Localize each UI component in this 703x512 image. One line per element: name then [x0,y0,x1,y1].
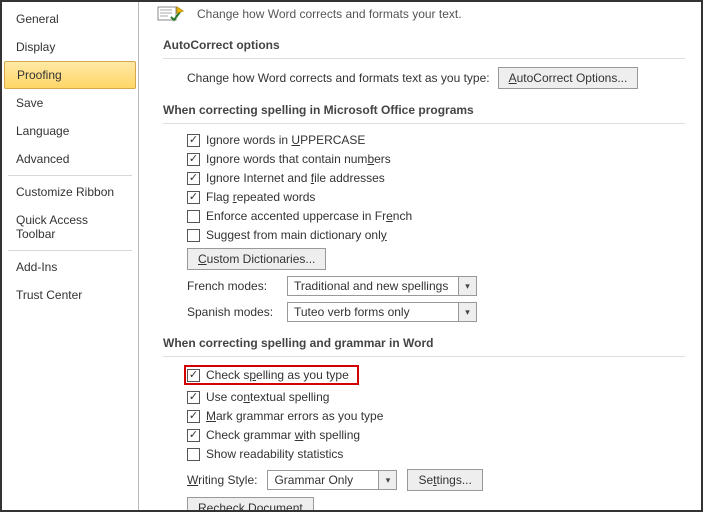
office-check-4: Enforce accented uppercase in French [187,208,685,225]
office-check-2: ✓ Ignore Internet and file addresses [187,170,685,187]
office-check-0-label: Ignore words in UPPERCASE [206,132,365,149]
word-check-3: ✓ Check grammar with spelling [187,427,685,444]
autocorrect-desc: Change how Word corrects and formats tex… [187,71,490,85]
chevron-down-icon: ▾ [458,277,476,295]
office-check-1-checkbox[interactable]: ✓ [187,153,200,166]
sidebar-separator [8,175,132,176]
word-check-2: ✓ Mark grammar errors as you type [187,408,685,425]
word-check-2-label: Mark grammar errors as you type [206,408,383,425]
word-check-4-checkbox[interactable] [187,448,200,461]
writing-style-label: Writing Style: [187,473,257,487]
main-panel: Change how Word corrects and formats you… [139,2,701,510]
word-check-3-label: Check grammar with spelling [206,427,360,444]
word-check-1-label: Use contextual spelling [206,389,329,406]
options-dialog: GeneralDisplayProofingSaveLanguageAdvanc… [2,2,701,510]
french-modes-select[interactable]: Traditional and new spellings ▾ [287,276,477,296]
office-check-1-label: Ignore words that contain numbers [206,151,391,168]
word-check-1-checkbox[interactable]: ✓ [187,391,200,404]
custom-dictionaries-button[interactable]: Custom Dictionaries... [187,248,326,270]
sidebar-item-quick-access-toolbar[interactable]: Quick Access Toolbar [2,206,138,248]
office-check-3-label: Flag repeated words [206,189,315,206]
word-check-0-label: Check spelling as you type [206,368,349,382]
word-check-0: ✓ Check spelling as you type [184,365,359,385]
office-check-2-checkbox[interactable]: ✓ [187,172,200,185]
category-sidebar: GeneralDisplayProofingSaveLanguageAdvanc… [2,2,139,510]
office-check-2-label: Ignore Internet and file addresses [206,170,385,187]
sidebar-item-advanced[interactable]: Advanced [2,145,138,173]
section-word: When correcting spelling and grammar in … [163,332,685,510]
sidebar-item-general[interactable]: General [2,5,138,33]
office-check-3-checkbox[interactable]: ✓ [187,191,200,204]
office-check-4-label: Enforce accented uppercase in French [206,208,412,225]
office-check-5: Suggest from main dictionary only [187,227,685,244]
header-text: Change how Word corrects and formats you… [197,7,462,21]
sidebar-item-save[interactable]: Save [2,89,138,117]
office-check-1: ✓ Ignore words that contain numbers [187,151,685,168]
word-check-0-checkbox[interactable]: ✓ [187,369,200,382]
chevron-down-icon: ▾ [378,471,396,489]
office-check-3: ✓ Flag repeated words [187,189,685,206]
sidebar-item-proofing[interactable]: Proofing [4,61,136,89]
spanish-modes-select[interactable]: Tuteo verb forms only ▾ [287,302,477,322]
sidebar-item-language[interactable]: Language [2,117,138,145]
section-office-title: When correcting spelling in Microsoft Of… [163,99,685,124]
section-autocorrect: AutoCorrect options Change how Word corr… [163,34,685,89]
word-check-1: ✓ Use contextual spelling [187,389,685,406]
office-check-4-checkbox[interactable] [187,210,200,223]
word-check-3-checkbox[interactable]: ✓ [187,429,200,442]
sidebar-item-add-ins[interactable]: Add-Ins [2,253,138,281]
section-autocorrect-title: AutoCorrect options [163,34,685,59]
word-check-4-label: Show readability statistics [206,446,343,463]
word-check-2-checkbox[interactable]: ✓ [187,410,200,423]
office-check-5-label: Suggest from main dictionary only [206,227,387,244]
sidebar-item-display[interactable]: Display [2,33,138,61]
proofing-icon [157,4,187,24]
sidebar-item-customize-ribbon[interactable]: Customize Ribbon [2,178,138,206]
french-modes-label: French modes: [187,279,277,293]
header-row: Change how Word corrects and formats you… [157,4,685,24]
word-check-4: Show readability statistics [187,446,685,463]
sidebar-separator [8,250,132,251]
writing-style-select[interactable]: Grammar Only ▾ [267,470,397,490]
chevron-down-icon: ▾ [458,303,476,321]
spanish-modes-label: Spanish modes: [187,305,277,319]
settings-button[interactable]: Settings... [407,469,482,491]
sidebar-item-trust-center[interactable]: Trust Center [2,281,138,309]
autocorrect-options-button[interactable]: AutoCorrect Options... [498,67,639,89]
section-word-title: When correcting spelling and grammar in … [163,332,685,357]
office-check-0-checkbox[interactable]: ✓ [187,134,200,147]
office-check-0: ✓ Ignore words in UPPERCASE [187,132,685,149]
office-check-5-checkbox[interactable] [187,229,200,242]
recheck-document-button[interactable]: Recheck Document [187,497,314,510]
section-office: When correcting spelling in Microsoft Of… [163,99,685,322]
